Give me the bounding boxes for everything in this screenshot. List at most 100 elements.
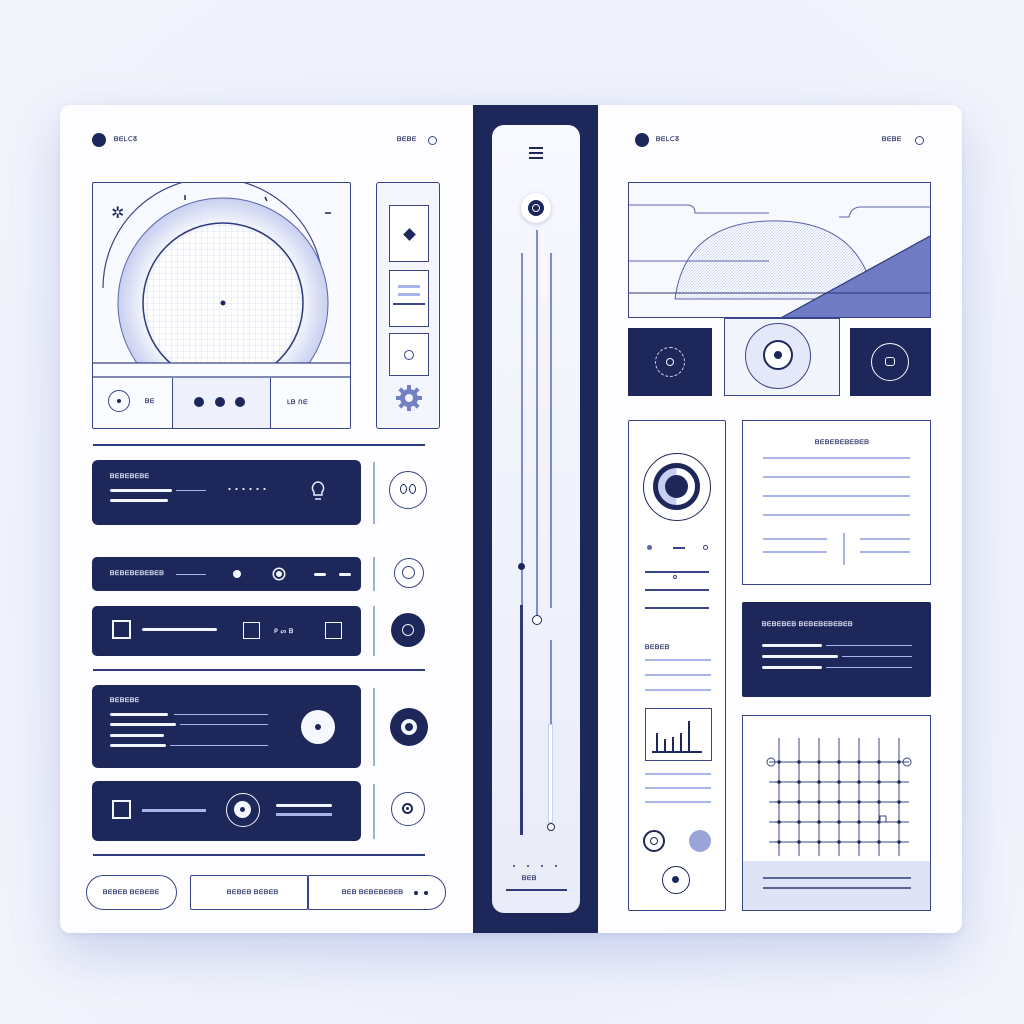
header-link[interactable]: ᗷᗴᗷᗴ [397,137,417,144]
thumb-light[interactable] [724,318,840,396]
footer-dot-a [414,891,418,895]
sub-line-2 [645,674,711,676]
row-label-4: ᗷᗴᗷᗴᗷᗴ [110,698,140,704]
image-icon[interactable] [243,622,260,639]
radio-button[interactable] [394,558,424,588]
gear-icon[interactable] [394,383,424,413]
avatar[interactable] [92,133,106,147]
tool-pin-button[interactable] [389,333,429,376]
slider-track-2[interactable] [536,230,538,620]
row-dash-a [314,573,326,576]
mini-bar-5 [688,721,690,751]
pager-dot-3[interactable] [235,397,245,407]
footer-button-3[interactable]: ᗷᗴᗷ ᗷᗴᗷᗴᗷᗴᗷᗴᗷ [308,875,446,910]
media-middle-cell[interactable] [173,378,271,428]
toggle-button-1[interactable] [389,471,427,509]
checkbox-2[interactable] [112,800,131,819]
target-core [406,807,409,810]
pager-dot-2[interactable] [215,397,225,407]
knob[interactable] [301,710,335,744]
calendar-grid-card[interactable] [742,715,931,911]
thumb-dark-1[interactable] [628,328,712,396]
mini-bar-4 [680,733,682,751]
row-line-4d [170,745,268,746]
target-button[interactable] [391,792,425,826]
slider-thumb-1[interactable] [518,563,525,570]
option-dot-light[interactable] [689,830,711,852]
media-right-cell[interactable]: ᒪᗷ ᑎᗴ [271,378,350,428]
rail-selector[interactable] [521,193,551,223]
list-row-large[interactable]: ᗷᗴᗷᗴᗷᗴᗷᗴ [92,460,361,525]
record-button[interactable] [390,708,428,746]
row-bar-4d [110,744,166,747]
legend-dot [647,545,652,550]
compass-button[interactable] [391,613,425,647]
document-title: ᗷᗴᗷᗴᗷᗴᗷᗴᗷᗴᗷ [815,440,870,446]
doc-line-1 [763,457,910,459]
play-button[interactable] [108,390,130,412]
list-line-2 [398,293,420,296]
checkbox[interactable] [112,620,131,639]
donut-chart [643,453,711,521]
row-bar-4a [110,713,168,716]
row-bar-1 [110,489,172,492]
slider-fill-3 [549,725,552,822]
slider-track-3[interactable] [550,253,552,608]
option-radio[interactable] [662,866,690,894]
media-card: ✲ ᗷᗴ ᒪᗷ ᑎᗴ [92,182,351,429]
knob-center [315,724,321,730]
list-row-disc[interactable] [92,781,361,841]
summary-line-2 [842,656,912,657]
avatar-right[interactable] [635,133,649,147]
disc-control[interactable] [226,793,260,827]
mini-bar-1 [656,733,658,751]
footer-button-2[interactable]: ᗷᗴᗷᗴᗷ ᗷᗴᗷᗴᗷ [190,875,308,910]
row-dot-a [233,570,241,578]
settings-dot-icon-right[interactable] [915,136,924,145]
image-icon-2[interactable] [325,622,342,639]
thumb-dark-2[interactable] [850,328,931,396]
hamburger-icon[interactable] [529,147,543,161]
summary-bar-2 [762,655,838,658]
document-card[interactable]: ᗷᗴᗷᗴᗷᗴᗷᗴᗷᗴᗷ [742,420,931,585]
option-dot-dark[interactable] [643,830,665,852]
list-row-knob[interactable]: ᗷᗴᗷᗴᗷᗴ [92,685,361,768]
option-radio-core [672,876,679,883]
doc-line-2 [763,476,910,478]
tool-list-button[interactable] [389,270,429,327]
doc-column-divider [843,533,845,565]
section-divider-3 [93,854,425,856]
mini-bar-chart [645,708,712,761]
row-separator [373,462,375,524]
footer-dot-b [424,891,428,895]
list-row-checkbox[interactable]: ᑭ ᔕ ᗷ [92,606,361,656]
summary-bar-1 [762,644,822,647]
middle-cell-text: ᑭ ᔕ ᗷ [274,629,294,635]
sub-line-5 [645,787,711,789]
diamond-icon [403,228,416,241]
slider-thumb-2[interactable] [532,615,542,625]
media-left-cell[interactable]: ᗷᗴ [93,378,173,428]
landscape-image [628,182,931,318]
app-title-right: ᗷᗴᒪᑕᘔ [656,137,680,143]
slider-thumb-3[interactable] [547,823,555,831]
stat-line-3 [645,607,709,609]
landscape-artwork [629,204,930,317]
row-dot-b [274,569,284,579]
summary-card[interactable]: ᗷᗴᗷᗴᗷᗴᗷ ᗷᗴᗷᗴᗷᗴᗷᗴᗷᗴᗷ [742,602,931,697]
list-row-slim[interactable]: ᗷᗴᗷᗴᗷᗴᗷᗴᗷᗴᗷ [92,557,361,591]
row-separator-2 [373,557,375,591]
header-link-right[interactable]: ᗷᗴᗷᗴ [882,137,902,144]
tool-diamond-button[interactable] [389,205,429,262]
lightbulb-icon[interactable] [310,480,326,502]
disc-core [240,807,245,812]
rail-selector-core [532,204,540,212]
left-panel: ᗷᗴᒪᑕᘔ ᗷᗴᗷᗴ ✲ ᗷᗴ ᒪᗷ ᑎᗴ ᗷᗴᗷᗴᗷᗴᗷᗴ ᗷᗴᗷᗴᗷᗴᗷᗴᗷ… [60,105,473,933]
settings-dot-icon[interactable] [428,136,437,145]
row-line-4a [174,714,268,715]
footer-button-1[interactable]: ᗷᗴᗷᗴᗷ ᗷᗴᗷᗴᗷᗴ [86,875,177,910]
pager-dot-1[interactable] [194,397,204,407]
row-dash-line [176,490,206,491]
row-bar-3 [142,628,217,631]
doc-line-4 [763,514,910,516]
